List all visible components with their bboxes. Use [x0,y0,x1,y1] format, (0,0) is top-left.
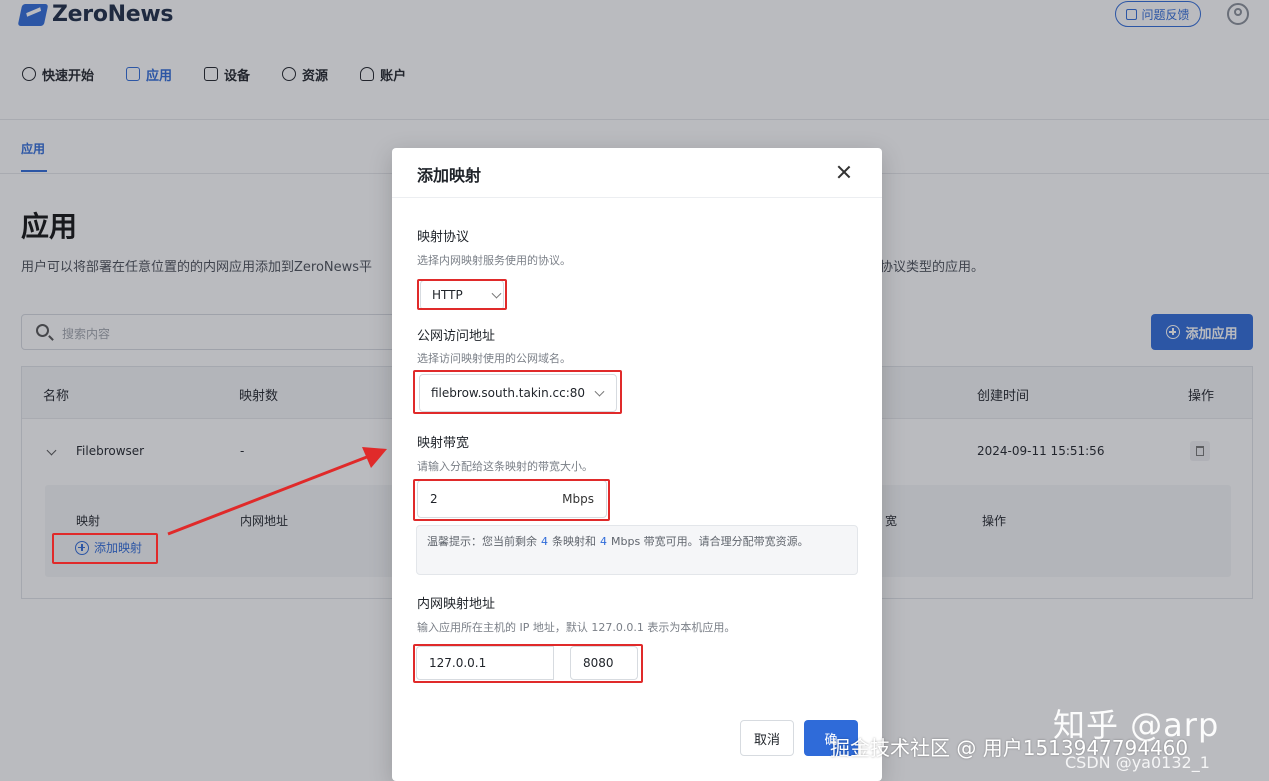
csdn-watermark: CSDN @ya0132_1 [1065,753,1210,772]
arrow-line [167,453,373,536]
annotation-arrow [167,447,387,536]
